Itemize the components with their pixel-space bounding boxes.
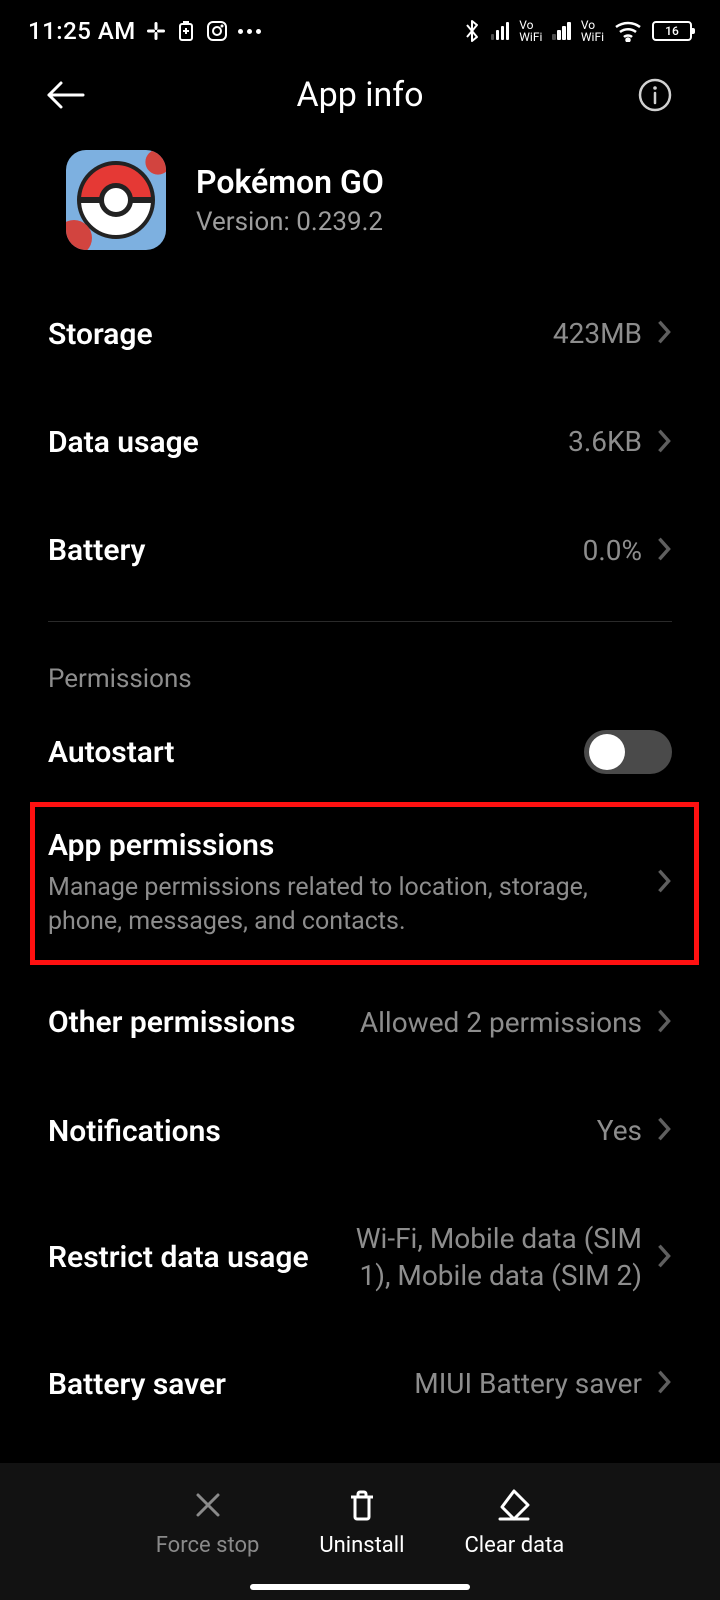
data-usage-row[interactable]: Data usage 3.6KB: [48, 388, 672, 496]
battery-pct: 16: [665, 24, 679, 38]
app-permissions-row[interactable]: App permissions Manage permissions relat…: [48, 798, 672, 969]
info-button[interactable]: [630, 70, 680, 120]
bottom-action-bar: Force stop Uninstall Clear data: [0, 1463, 720, 1600]
more-dots-icon: [238, 29, 261, 34]
chevron-right-icon: [656, 426, 672, 460]
clear-data-label: Clear data: [464, 1533, 564, 1558]
vowifi-2-icon: VoWiFi: [581, 19, 604, 43]
chevron-right-icon: [656, 534, 672, 568]
storage-value: 423MB: [553, 316, 642, 352]
autostart-label: Autostart: [48, 735, 175, 770]
force-stop-label: Force stop: [156, 1533, 260, 1558]
chevron-right-icon: [656, 1006, 672, 1040]
battery-plus-icon: [176, 20, 196, 42]
app-permissions-label: App permissions: [48, 828, 656, 863]
chevron-right-icon: [656, 866, 672, 900]
storage-row[interactable]: Storage 423MB: [48, 280, 672, 388]
uninstall-button[interactable]: Uninstall: [319, 1487, 404, 1558]
battery-saver-label: Battery saver: [48, 1367, 226, 1402]
autostart-row[interactable]: Autostart: [48, 706, 672, 798]
force-stop-button[interactable]: Force stop: [156, 1487, 260, 1558]
wifi-icon: [614, 20, 642, 42]
back-button[interactable]: [40, 70, 90, 120]
home-indicator[interactable]: [250, 1584, 470, 1590]
slack-icon: [146, 21, 166, 41]
app-icon: [66, 150, 166, 250]
vowifi-1-icon: VoWiFi: [519, 19, 542, 43]
battery-indicator: 16: [652, 21, 692, 41]
battery-saver-value: MIUI Battery saver: [414, 1366, 642, 1402]
status-time: 11:25 AM: [28, 17, 136, 45]
divider: [48, 621, 672, 622]
app-permissions-highlight: App permissions Manage permissions relat…: [48, 798, 672, 969]
app-name: Pokémon GO: [196, 163, 384, 201]
notifications-value: Yes: [597, 1113, 642, 1149]
autostart-toggle[interactable]: [584, 730, 672, 774]
app-version: Version: 0.239.2: [196, 207, 384, 237]
chevron-right-icon: [656, 1114, 672, 1148]
other-permissions-row[interactable]: Other permissions Allowed 2 permissions: [48, 969, 672, 1077]
other-permissions-label: Other permissions: [48, 1005, 295, 1040]
restrict-data-row[interactable]: Restrict data usage Wi-Fi, Mobile data (…: [48, 1185, 672, 1330]
data-usage-label: Data usage: [48, 425, 199, 460]
app-permissions-sub: Manage permissions related to location, …: [48, 871, 656, 939]
battery-saver-row[interactable]: Battery saver MIUI Battery saver: [48, 1330, 672, 1438]
data-usage-value: 3.6KB: [568, 424, 642, 460]
restrict-data-value: Wi-Fi, Mobile data (SIM 1), Mobile data …: [342, 1221, 642, 1294]
restrict-data-label: Restrict data usage: [48, 1240, 309, 1275]
status-bar: 11:25 AM VoWiFi VoWiFi 16: [0, 0, 720, 60]
battery-row[interactable]: Battery 0.0%: [48, 497, 672, 605]
chevron-right-icon: [656, 1241, 672, 1275]
chevron-right-icon: [656, 317, 672, 351]
uninstall-label: Uninstall: [319, 1533, 404, 1558]
storage-label: Storage: [48, 317, 153, 352]
clear-data-button[interactable]: Clear data: [464, 1487, 564, 1558]
notifications-label: Notifications: [48, 1114, 221, 1149]
notifications-row[interactable]: Notifications Yes: [48, 1077, 672, 1185]
signal-1-icon: [491, 22, 510, 40]
other-permissions-value: Allowed 2 permissions: [360, 1005, 642, 1041]
chevron-right-icon: [656, 1367, 672, 1401]
bluetooth-icon: [463, 18, 481, 44]
page-title: App info: [296, 75, 423, 115]
permissions-section-title: Permissions: [48, 636, 672, 706]
app-summary: Pokémon GO Version: 0.239.2: [0, 140, 720, 280]
battery-value: 0.0%: [583, 533, 642, 569]
instagram-icon: [206, 20, 228, 42]
header-bar: App info: [0, 60, 720, 140]
signal-2-icon: [552, 22, 571, 40]
battery-label: Battery: [48, 533, 145, 568]
